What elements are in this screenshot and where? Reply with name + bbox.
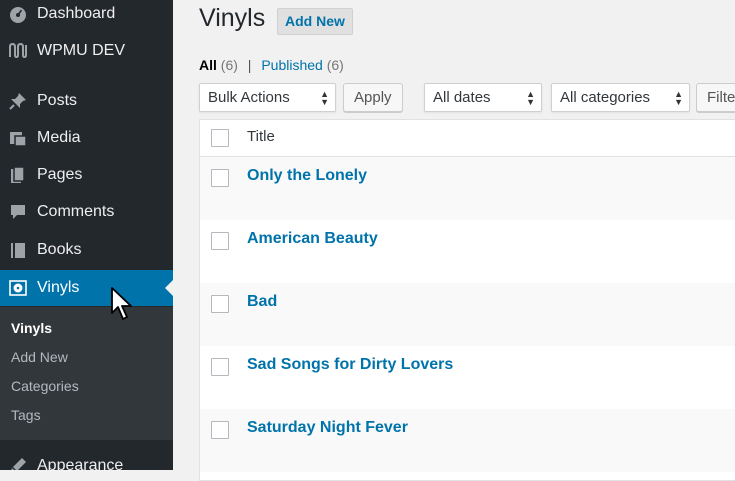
menu-label: Dashboard [37, 5, 116, 22]
row-title-link[interactable]: American Beauty [247, 230, 378, 248]
submenu-tags[interactable]: Tags [11, 407, 41, 423]
menu-wpmu-dev[interactable]: WPMU DEV [0, 33, 173, 69]
select-all-checkbox[interactable] [211, 129, 229, 147]
filter-all[interactable]: All [199, 57, 217, 73]
row-checkbox[interactable] [211, 232, 229, 250]
bulk-actions-value: Bulk Actions [208, 89, 290, 106]
filter-published[interactable]: Published [261, 57, 323, 73]
table-row: Sad Songs for Dirty Lovers [200, 346, 735, 409]
menu-label: WPMU DEV [37, 42, 125, 59]
mouse-cursor-icon [111, 287, 132, 320]
apply-button[interactable]: Apply [343, 83, 403, 112]
row-checkbox[interactable] [211, 358, 229, 376]
menu-comments[interactable]: Comments [0, 194, 173, 230]
filter-published-count: (6) [326, 57, 344, 73]
submenu-vinyls[interactable]: Vinyls [11, 320, 52, 336]
submenu-add-new[interactable]: Add New [11, 349, 68, 365]
main-content: Vinyls Add New All (6) | Published (6) B… [173, 0, 735, 481]
table-row: Bad [200, 283, 735, 346]
bulk-actions-select[interactable]: Bulk Actions ▲ ▼ [199, 83, 336, 112]
menu-media[interactable]: Media [0, 120, 173, 156]
menu-label: Appearance [37, 457, 124, 470]
row-title-link[interactable]: Bad [247, 293, 277, 311]
table-header: Title [200, 120, 735, 157]
select-arrows-icon: ▲ ▼ [674, 89, 683, 107]
vinyls-submenu: Vinyls Add New Categories Tags [0, 307, 173, 440]
menu-label: Media [37, 129, 81, 146]
media-icon [8, 128, 28, 148]
vinyl-icon [8, 278, 28, 298]
comments-icon [8, 202, 28, 222]
menu-appearance[interactable]: Appearance [0, 448, 173, 470]
select-arrows-icon: ▲ ▼ [526, 89, 535, 107]
menu-dashboard[interactable]: Dashboard [0, 0, 173, 32]
filter-separator: | [247, 57, 252, 73]
posts-table: Title Only the Lonely American Beauty Ba… [199, 119, 735, 481]
table-row: Only the Lonely [200, 157, 735, 220]
filter-button[interactable]: Filter [696, 83, 735, 112]
row-title-link[interactable]: Saturday Night Fever [247, 419, 408, 437]
menu-label: Posts [37, 92, 78, 109]
page-title: Vinyls [199, 4, 266, 32]
menu-books[interactable]: Books [0, 232, 173, 268]
status-filter-links: All (6) | Published (6) [199, 57, 344, 73]
appearance-icon [8, 456, 28, 470]
table-row: Saturday Night Fever [200, 409, 735, 472]
menu-label: Pages [37, 166, 83, 183]
wpmudev-icon [8, 41, 28, 61]
book-icon [8, 240, 28, 260]
menu-vinyls[interactable]: Vinyls [0, 270, 173, 306]
dates-value: All dates [433, 89, 491, 106]
add-new-button[interactable]: Add New [277, 8, 353, 35]
submenu-categories[interactable]: Categories [11, 378, 79, 394]
categories-select[interactable]: All categories ▲ ▼ [551, 83, 690, 112]
row-checkbox[interactable] [211, 421, 229, 439]
menu-posts[interactable]: Posts [0, 83, 173, 119]
pages-icon [8, 165, 28, 185]
dashboard-icon [8, 4, 28, 24]
column-title-header[interactable]: Title [247, 128, 275, 145]
menu-label: Comments [37, 203, 115, 220]
menu-label: Vinyls [37, 279, 80, 296]
filter-all-count: (6) [220, 57, 238, 73]
select-arrows-icon: ▲ ▼ [320, 89, 329, 107]
categories-value: All categories [560, 89, 651, 106]
admin-sidebar: Dashboard WPMU DEV Posts Media Pages Com… [0, 0, 173, 470]
row-title-link[interactable]: Sad Songs for Dirty Lovers [247, 356, 453, 374]
menu-pages[interactable]: Pages [0, 157, 173, 193]
menu-label: Books [37, 241, 82, 258]
table-row: American Beauty [200, 220, 735, 283]
dates-select[interactable]: All dates ▲ ▼ [424, 83, 542, 112]
row-checkbox[interactable] [211, 169, 229, 187]
row-title-link[interactable]: Only the Lonely [247, 167, 367, 185]
row-checkbox[interactable] [211, 295, 229, 313]
pushpin-icon [8, 91, 28, 111]
current-menu-arrow [165, 280, 173, 296]
